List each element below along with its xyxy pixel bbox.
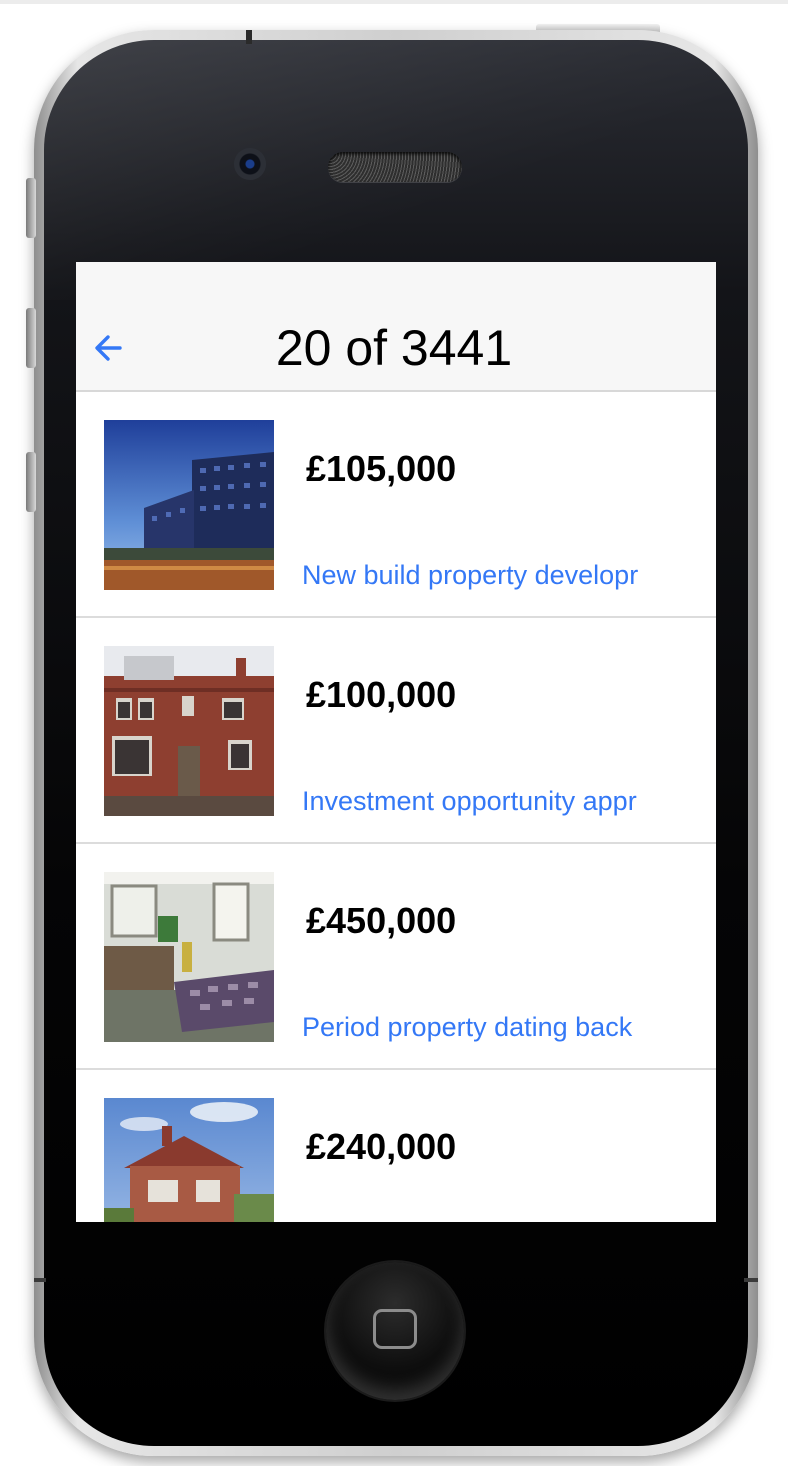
listing-photo	[104, 420, 274, 590]
listing-price: £105,000	[306, 448, 457, 489]
listing-price: £240,000	[306, 1126, 457, 1167]
listing-description: Period property dating back	[302, 1012, 633, 1042]
listing-photo	[104, 1098, 274, 1222]
list-item[interactable]: £105,000 New build property developr	[76, 392, 716, 618]
navigation-bar: 20 of 3441	[76, 262, 716, 392]
listing-price: £100,000	[306, 674, 457, 715]
listing-description: New build property developr	[302, 560, 639, 590]
antenna-band	[246, 30, 252, 44]
listing-photo	[104, 872, 274, 1042]
list-item[interactable]: £100,000 Investment opportunity appr	[76, 618, 716, 844]
home-square-icon	[373, 1309, 417, 1349]
earpiece-speaker	[328, 152, 462, 182]
mute-switch	[26, 178, 36, 238]
listing-list: £105,000 New build property developr £10…	[76, 392, 716, 1222]
list-item[interactable]: £450,000 Period property dating back	[76, 844, 716, 1070]
listing-description: Investment opportunity appr	[302, 786, 637, 816]
antenna-band-left	[34, 1278, 46, 1282]
volume-up-button	[26, 308, 36, 368]
window-top-strip	[0, 0, 788, 4]
home-button[interactable]	[326, 1262, 464, 1400]
front-camera	[234, 148, 266, 180]
listing-price: £450,000	[306, 900, 457, 941]
app-screen: 20 of 3441 £105,000 New build property d…	[76, 262, 716, 1222]
page-title: 20 of 3441	[275, 320, 513, 376]
volume-down-button	[26, 452, 36, 512]
listing-photo	[104, 646, 274, 816]
antenna-band-right	[744, 1278, 758, 1282]
list-item[interactable]: £240,000	[76, 1070, 716, 1222]
